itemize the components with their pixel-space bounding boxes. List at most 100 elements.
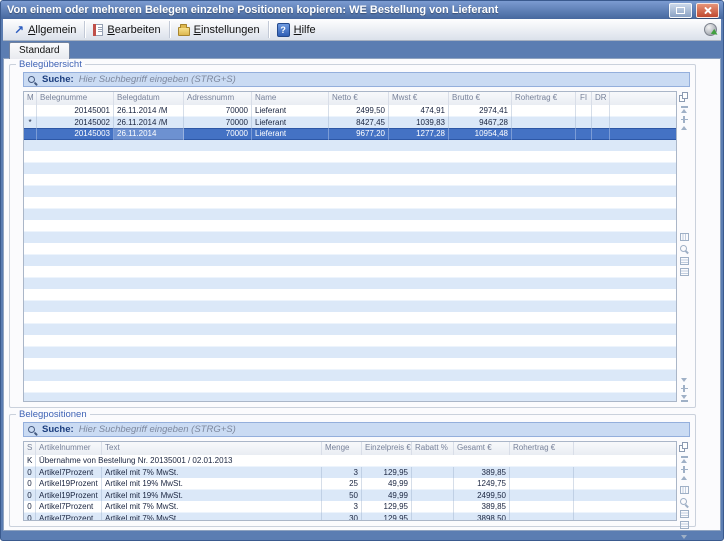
column-header-Rohertrag €[interactable]: Rohertrag € <box>510 442 574 455</box>
table-cell: 20145002 <box>37 117 114 129</box>
column-header-Menge[interactable]: Menge <box>322 442 362 455</box>
memo-icon[interactable] <box>680 268 689 276</box>
beleg-search-input[interactable]: Suche: Hier Suchbegriff eingeben (STRG+S… <box>23 72 690 87</box>
row-down-icon[interactable] <box>681 378 687 382</box>
belegpositionen-group: Belegpositionen Suche: Hier Suchbegriff … <box>9 414 696 527</box>
memo-icon[interactable] <box>680 521 689 529</box>
table-cell: 9677,20 <box>329 128 389 140</box>
menu-allgemein[interactable]: ↗ Allgemein <box>7 23 83 37</box>
menu-einstellungen[interactable]: Einstellungen <box>171 23 267 37</box>
update-globe-icon[interactable] <box>704 23 717 36</box>
arrow-up-right-icon: ↗ <box>14 24 24 36</box>
columns-icon[interactable] <box>680 486 689 494</box>
table-cell: 30 <box>322 513 362 521</box>
table-cell: 3 <box>322 501 362 513</box>
table-row[interactable]: 0Artikel19ProzentArtikel mit 19% MwSt.50… <box>24 490 676 502</box>
column-header-Belegnumme[interactable]: Belegnumme <box>37 92 114 105</box>
insert-row-icon[interactable] <box>681 116 688 123</box>
column-header-Text[interactable]: Text <box>102 442 322 455</box>
scroll-bottom-icon[interactable] <box>681 395 688 402</box>
insert-row-icon[interactable] <box>681 466 688 473</box>
copy-grid-icon[interactable] <box>679 442 689 453</box>
toolbar-separator <box>169 21 170 38</box>
belegpositionen-group-label: Belegpositionen <box>16 409 90 420</box>
table-cell: 0 <box>24 467 36 479</box>
beleguebersicht-group: Belegübersicht Suche: Hier Suchbegriff e… <box>9 64 696 408</box>
column-header-Netto €[interactable]: Netto € <box>329 92 389 105</box>
column-header-Einzelpreis €[interactable]: Einzelpreis € <box>362 442 412 455</box>
row-up-icon[interactable] <box>681 476 687 480</box>
column-header-S[interactable]: S <box>24 442 36 455</box>
restore-button[interactable] <box>669 3 692 18</box>
column-header-DR[interactable]: DR <box>592 92 610 105</box>
table-cell: 20145003 <box>37 128 114 140</box>
table-cell: 1039,83 <box>389 117 449 129</box>
table-cell: 20145001 <box>37 105 114 117</box>
column-header-Artikelnummer[interactable]: Artikelnummer <box>36 442 102 455</box>
table-row[interactable]: 0Artikel7ProzentArtikel mit 7% MwSt.3129… <box>24 467 676 479</box>
append-row-icon[interactable] <box>681 385 688 392</box>
table-header-row: MBelegnummeBelegdatumAdressnummNameNetto… <box>24 92 676 106</box>
column-header-Gesamt €[interactable]: Gesamt € <box>454 442 510 455</box>
menu-hilfe[interactable]: ? Hilfe <box>270 22 323 38</box>
table-cell: 10954,48 <box>449 128 512 140</box>
close-button[interactable] <box>696 3 719 18</box>
table-cell: 26.11.2014 <box>114 128 184 140</box>
table-cell: 2499,50 <box>329 105 389 117</box>
column-header-Rohertrag €[interactable]: Rohertrag € <box>512 92 576 105</box>
table-row[interactable]: 0Artikel7ProzentArtikel mit 7% MwSt.3012… <box>24 513 676 521</box>
table-cell: Übernahme von Bestellung Nr. 20135001 / … <box>36 455 676 467</box>
table-row[interactable]: 0Artikel19ProzentArtikel mit 19% MwSt.25… <box>24 478 676 490</box>
table-cell: Artikel7Prozent <box>36 513 102 521</box>
column-header-Rabatt %[interactable]: Rabatt % <box>412 442 454 455</box>
zoom-icon[interactable] <box>680 244 689 254</box>
table-cell: 0 <box>24 478 36 490</box>
table-cell: 9467,28 <box>449 117 512 129</box>
table-row[interactable]: 0Artikel7ProzentArtikel mit 7% MwSt.3129… <box>24 501 676 513</box>
row-down-icon[interactable] <box>681 535 687 539</box>
table-cell <box>512 128 576 140</box>
column-header-Mwst €[interactable]: Mwst € <box>389 92 449 105</box>
column-header-Adressnumm[interactable]: Adressnumm <box>184 92 252 105</box>
table-cell: Artikel7Prozent <box>36 501 102 513</box>
toolbar-separator <box>84 21 85 38</box>
table-cell: 26.11.2014 /M <box>114 105 184 117</box>
table-row[interactable]: 2014500326.11.201470000Lieferant9677,201… <box>24 128 676 140</box>
column-header-FI[interactable]: FI <box>576 92 592 105</box>
positionen-search-input[interactable]: Suche: Hier Suchbegriff eingeben (STRG+S… <box>23 422 690 437</box>
close-icon <box>703 6 712 15</box>
titlebar[interactable]: Von einem oder mehreren Belegen einzelne… <box>1 1 723 19</box>
table-cell <box>510 478 574 490</box>
column-header-M[interactable]: M <box>24 92 37 105</box>
tab-standard[interactable]: Standard <box>9 42 70 59</box>
table-cell: 129,95 <box>362 467 412 479</box>
table-cell <box>592 105 610 117</box>
table-cell <box>610 128 676 140</box>
search-label: Suche: <box>42 424 74 435</box>
table-row[interactable]: 2014500126.11.2014 /M70000Lieferant2499,… <box>24 105 676 117</box>
menu-bearbeiten[interactable]: Bearbeiten <box>86 23 167 37</box>
table-row[interactable]: *2014500226.11.2014 /M70000Lieferant8427… <box>24 117 676 129</box>
list-icon[interactable] <box>680 257 689 265</box>
table-cell <box>576 128 592 140</box>
list-icon[interactable] <box>680 510 689 518</box>
table-cell: Lieferant <box>252 105 329 117</box>
table-cell <box>576 117 592 129</box>
copy-grid-icon[interactable] <box>679 92 689 103</box>
table-cell: 70000 <box>184 128 252 140</box>
zoom-icon[interactable] <box>680 497 689 507</box>
menu-hilfe-label: Hilfe <box>294 24 316 36</box>
table-row[interactable]: KÜbernahme von Bestellung Nr. 20135001 /… <box>24 455 676 467</box>
columns-icon[interactable] <box>680 233 689 241</box>
scroll-top-icon[interactable] <box>681 106 688 113</box>
scroll-top-icon[interactable] <box>681 456 688 463</box>
table-cell <box>412 467 454 479</box>
table-cell: Artikel mit 19% MwSt. <box>102 478 322 490</box>
column-header-Name[interactable]: Name <box>252 92 329 105</box>
table-cell: Artikel7Prozent <box>36 467 102 479</box>
table-cell <box>574 501 676 513</box>
table-cell: Artikel mit 7% MwSt. <box>102 501 322 513</box>
row-up-icon[interactable] <box>681 126 687 130</box>
column-header-Belegdatum[interactable]: Belegdatum <box>114 92 184 105</box>
column-header-Brutto €[interactable]: Brutto € <box>449 92 512 105</box>
